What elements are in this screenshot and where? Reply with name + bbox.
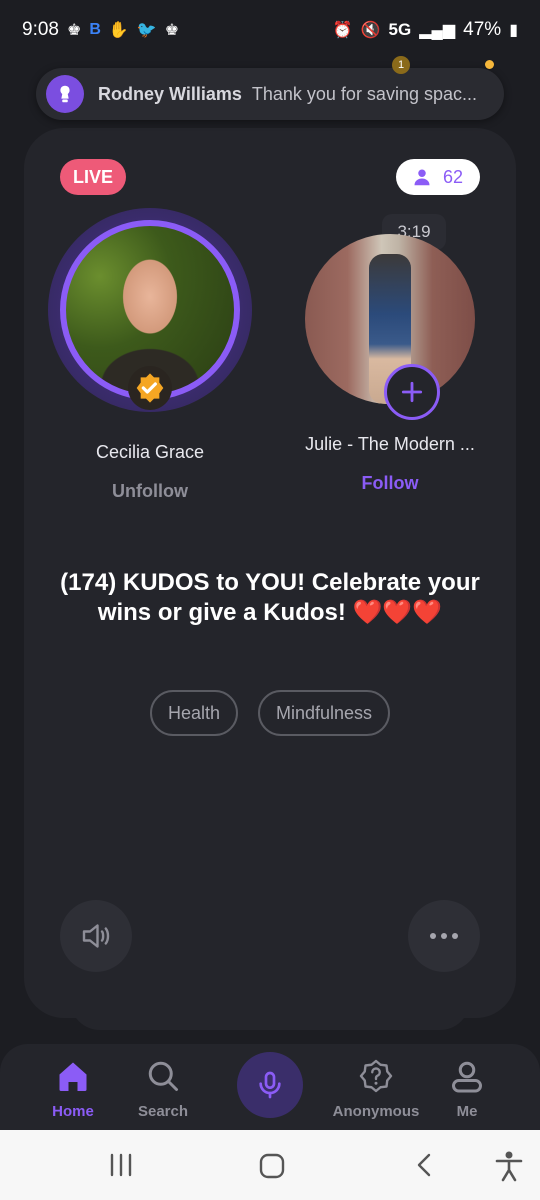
listener-count-pill[interactable]: 62	[396, 159, 480, 195]
back-button[interactable]	[412, 1152, 438, 1183]
alarm-icon: ⏰	[332, 22, 353, 39]
speaker-icon	[82, 924, 110, 948]
notification-sender: Rodney Williams	[98, 83, 242, 104]
back-chevron-icon	[417, 1153, 431, 1177]
search-icon	[148, 1061, 178, 1091]
speaker-volume-button[interactable]	[60, 900, 132, 972]
twitter-icon: 🐦	[136, 22, 157, 39]
live-badge: LIVE	[60, 159, 126, 195]
nav-me-label: Me	[456, 1103, 478, 1120]
network-type: 5G	[388, 20, 412, 39]
room-title: (174) KUDOS to YOU! Celebrate your wins …	[60, 569, 480, 626]
person-icon	[414, 169, 430, 186]
nav-search-label: Search	[137, 1103, 189, 1120]
tag-health[interactable]: Health	[149, 690, 238, 736]
recent-apps-button[interactable]	[108, 1152, 134, 1183]
speaker-name: Cecilia Grace	[95, 442, 205, 462]
notification-message: Thank you for saving spac...	[251, 83, 477, 104]
status-left: 9:08 ♚ B ✋ 🐦 ♚	[22, 19, 179, 41]
accessibility-button[interactable]	[494, 1150, 524, 1187]
mute-icon: 🔇	[360, 22, 381, 39]
signal-icon: ▂▄▆	[419, 22, 456, 39]
accessibility-icon	[495, 1151, 523, 1182]
recent-apps-icon	[110, 1153, 132, 1177]
verified-badge-icon	[128, 366, 172, 410]
nav-search[interactable]: Search	[118, 1058, 208, 1120]
home-system-button[interactable]	[258, 1152, 286, 1185]
home-square-icon	[259, 1153, 285, 1179]
battery-level: 47%	[463, 19, 502, 40]
status-time: 9:08	[22, 19, 59, 40]
nav-home[interactable]: Home	[28, 1058, 118, 1120]
status-bar: 9:08 ♚ B ✋ 🐦 ♚ ⏰ 🔇 5G ▂▄▆ 47% ▮	[0, 0, 540, 60]
more-dots-icon	[430, 933, 458, 939]
wave-icon: ✋	[108, 22, 129, 39]
app-notification-icon-2: ♚	[164, 22, 180, 39]
nav-anonymous[interactable]: Anonymous	[330, 1058, 422, 1120]
more-options-button[interactable]	[408, 900, 480, 972]
speaker-name: Julie - The Modern ...	[305, 434, 475, 454]
b-app-icon: B	[89, 21, 101, 38]
battery-icon: ▮	[509, 22, 518, 39]
plus-icon	[401, 381, 423, 403]
status-right: ⏰ 🔇 5G ▂▄▆ 47% ▮	[333, 19, 518, 41]
notification-toast[interactable]: 1 Rodney Williams Thank you for saving s…	[36, 56, 504, 120]
profile-icon	[452, 1061, 482, 1093]
app-notification-icon: ♚	[66, 22, 82, 39]
nav-home-label: Home	[52, 1103, 94, 1120]
listener-count: 62	[442, 166, 464, 187]
topic-tags: Health Mindfulness	[24, 690, 516, 736]
anonymous-icon	[359, 1059, 393, 1093]
home-icon	[59, 1062, 87, 1091]
room-card: LIVE 62 Cecilia Grace Unfollow 3:19 Juli…	[24, 128, 516, 1018]
unfollow-button[interactable]: Unfollow	[46, 481, 254, 502]
nav-anonymous-label: Anonymous	[332, 1103, 420, 1120]
bottom-nav: Home Search Anonymous Me	[0, 1044, 540, 1130]
toast-app-icon	[46, 75, 84, 113]
nav-me[interactable]: Me	[422, 1058, 512, 1120]
tag-mindfulness[interactable]: Mindfulness	[257, 690, 391, 736]
speaker-julie: 3:19 Julie - The Modern ... Follow	[286, 208, 494, 494]
start-room-mic-button[interactable]	[237, 1052, 303, 1118]
microphone-icon	[259, 1071, 281, 1099]
speaker-cecilia: Cecilia Grace Unfollow	[46, 208, 254, 502]
notification-dot	[485, 60, 494, 69]
speaker-avatar-ring[interactable]	[48, 208, 252, 412]
follow-button[interactable]: Follow	[286, 473, 494, 494]
notification-badge: 1	[392, 56, 410, 74]
system-nav-bar	[0, 1130, 540, 1200]
add-speaker-button[interactable]	[384, 364, 440, 420]
